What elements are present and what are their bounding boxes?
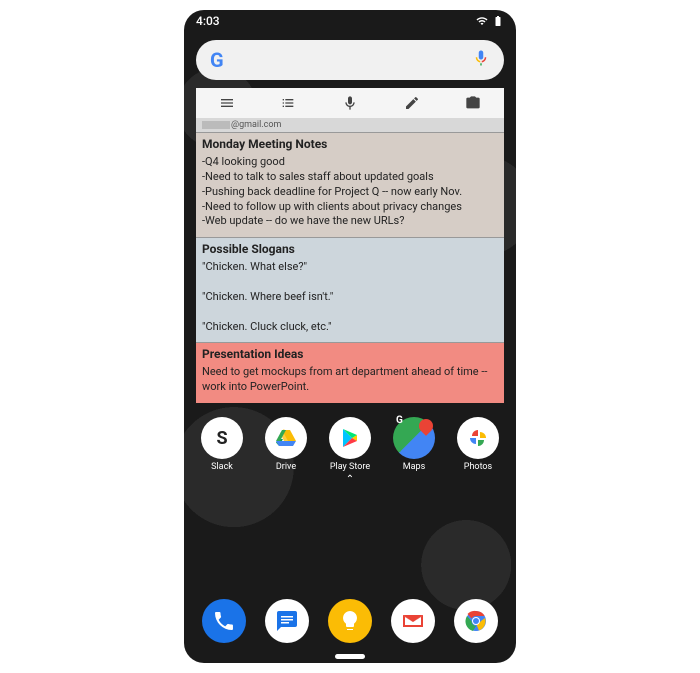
note-item[interactable]: Possible Slogans "Chicken. What else?" "…: [196, 237, 504, 342]
note-body: "Chicken. What else?" "Chicken. Where be…: [202, 260, 498, 334]
photos-icon: [457, 417, 499, 459]
keep-icon: [328, 599, 372, 643]
google-search-bar[interactable]: G: [196, 40, 504, 80]
battery-icon: [492, 15, 504, 27]
wifi-icon: [476, 15, 488, 27]
note-body: -Q4 looking good -Need to talk to sales …: [202, 155, 498, 229]
note-item[interactable]: Monday Meeting Notes -Q4 looking good -N…: [196, 132, 504, 237]
note-title: Presentation Ideas: [202, 347, 498, 361]
new-list-icon[interactable]: [258, 88, 320, 118]
svg-text:S: S: [216, 428, 227, 449]
app-play-store[interactable]: Play Store: [322, 417, 378, 472]
dock-keep[interactable]: [322, 599, 378, 643]
new-voice-icon[interactable]: [319, 88, 381, 118]
google-logo-icon: G: [210, 48, 224, 72]
note-body: Need to get mockups from art department …: [202, 365, 498, 395]
phone-frame: 4:03 G @gmail.com Monday Meeting Notes -…: [184, 10, 516, 663]
note-title: Monday Meeting Notes: [202, 137, 498, 151]
status-bar: 4:03: [184, 10, 516, 32]
maps-icon: G: [393, 417, 435, 459]
note-item[interactable]: Presentation Ideas Need to get mockups f…: [196, 342, 504, 403]
new-drawing-icon[interactable]: [381, 88, 443, 118]
app-label: Play Store: [330, 462, 370, 472]
home-app-row: S Slack Drive Play Store G Maps Photos: [190, 417, 510, 472]
nav-pill[interactable]: [335, 654, 365, 659]
chrome-icon: [454, 599, 498, 643]
note-title: Possible Slogans: [202, 242, 498, 256]
app-slack[interactable]: S Slack: [194, 417, 250, 472]
dock-gmail[interactable]: [385, 599, 441, 643]
account-redacted: [202, 121, 230, 129]
dock-phone[interactable]: [196, 599, 252, 643]
app-drive[interactable]: Drive: [258, 417, 314, 472]
slack-icon: S: [201, 417, 243, 459]
drive-icon: [265, 417, 307, 459]
keep-widget: @gmail.com Monday Meeting Notes -Q4 look…: [196, 88, 504, 403]
account-suffix: @gmail.com: [231, 120, 281, 130]
messages-icon: [265, 599, 309, 643]
app-maps[interactable]: G Maps: [386, 417, 442, 472]
new-note-icon[interactable]: [196, 88, 258, 118]
keep-account[interactable]: @gmail.com: [196, 118, 504, 132]
status-time: 4:03: [196, 14, 220, 28]
app-photos[interactable]: Photos: [450, 417, 506, 472]
dock: [184, 599, 516, 643]
voice-search-icon[interactable]: [472, 49, 490, 71]
phone-icon: [202, 599, 246, 643]
status-icons: [476, 15, 504, 27]
new-photo-icon[interactable]: [442, 88, 504, 118]
gmail-icon: [391, 599, 435, 643]
app-label: Photos: [464, 462, 492, 472]
app-drawer-handle[interactable]: ⌃: [184, 474, 516, 485]
play-store-icon: [329, 417, 371, 459]
app-label: Maps: [403, 462, 425, 472]
dock-chrome[interactable]: [448, 599, 504, 643]
app-label: Slack: [211, 462, 233, 472]
app-label: Drive: [276, 462, 296, 472]
keep-toolbar: [196, 88, 504, 118]
dock-messages[interactable]: [259, 599, 315, 643]
